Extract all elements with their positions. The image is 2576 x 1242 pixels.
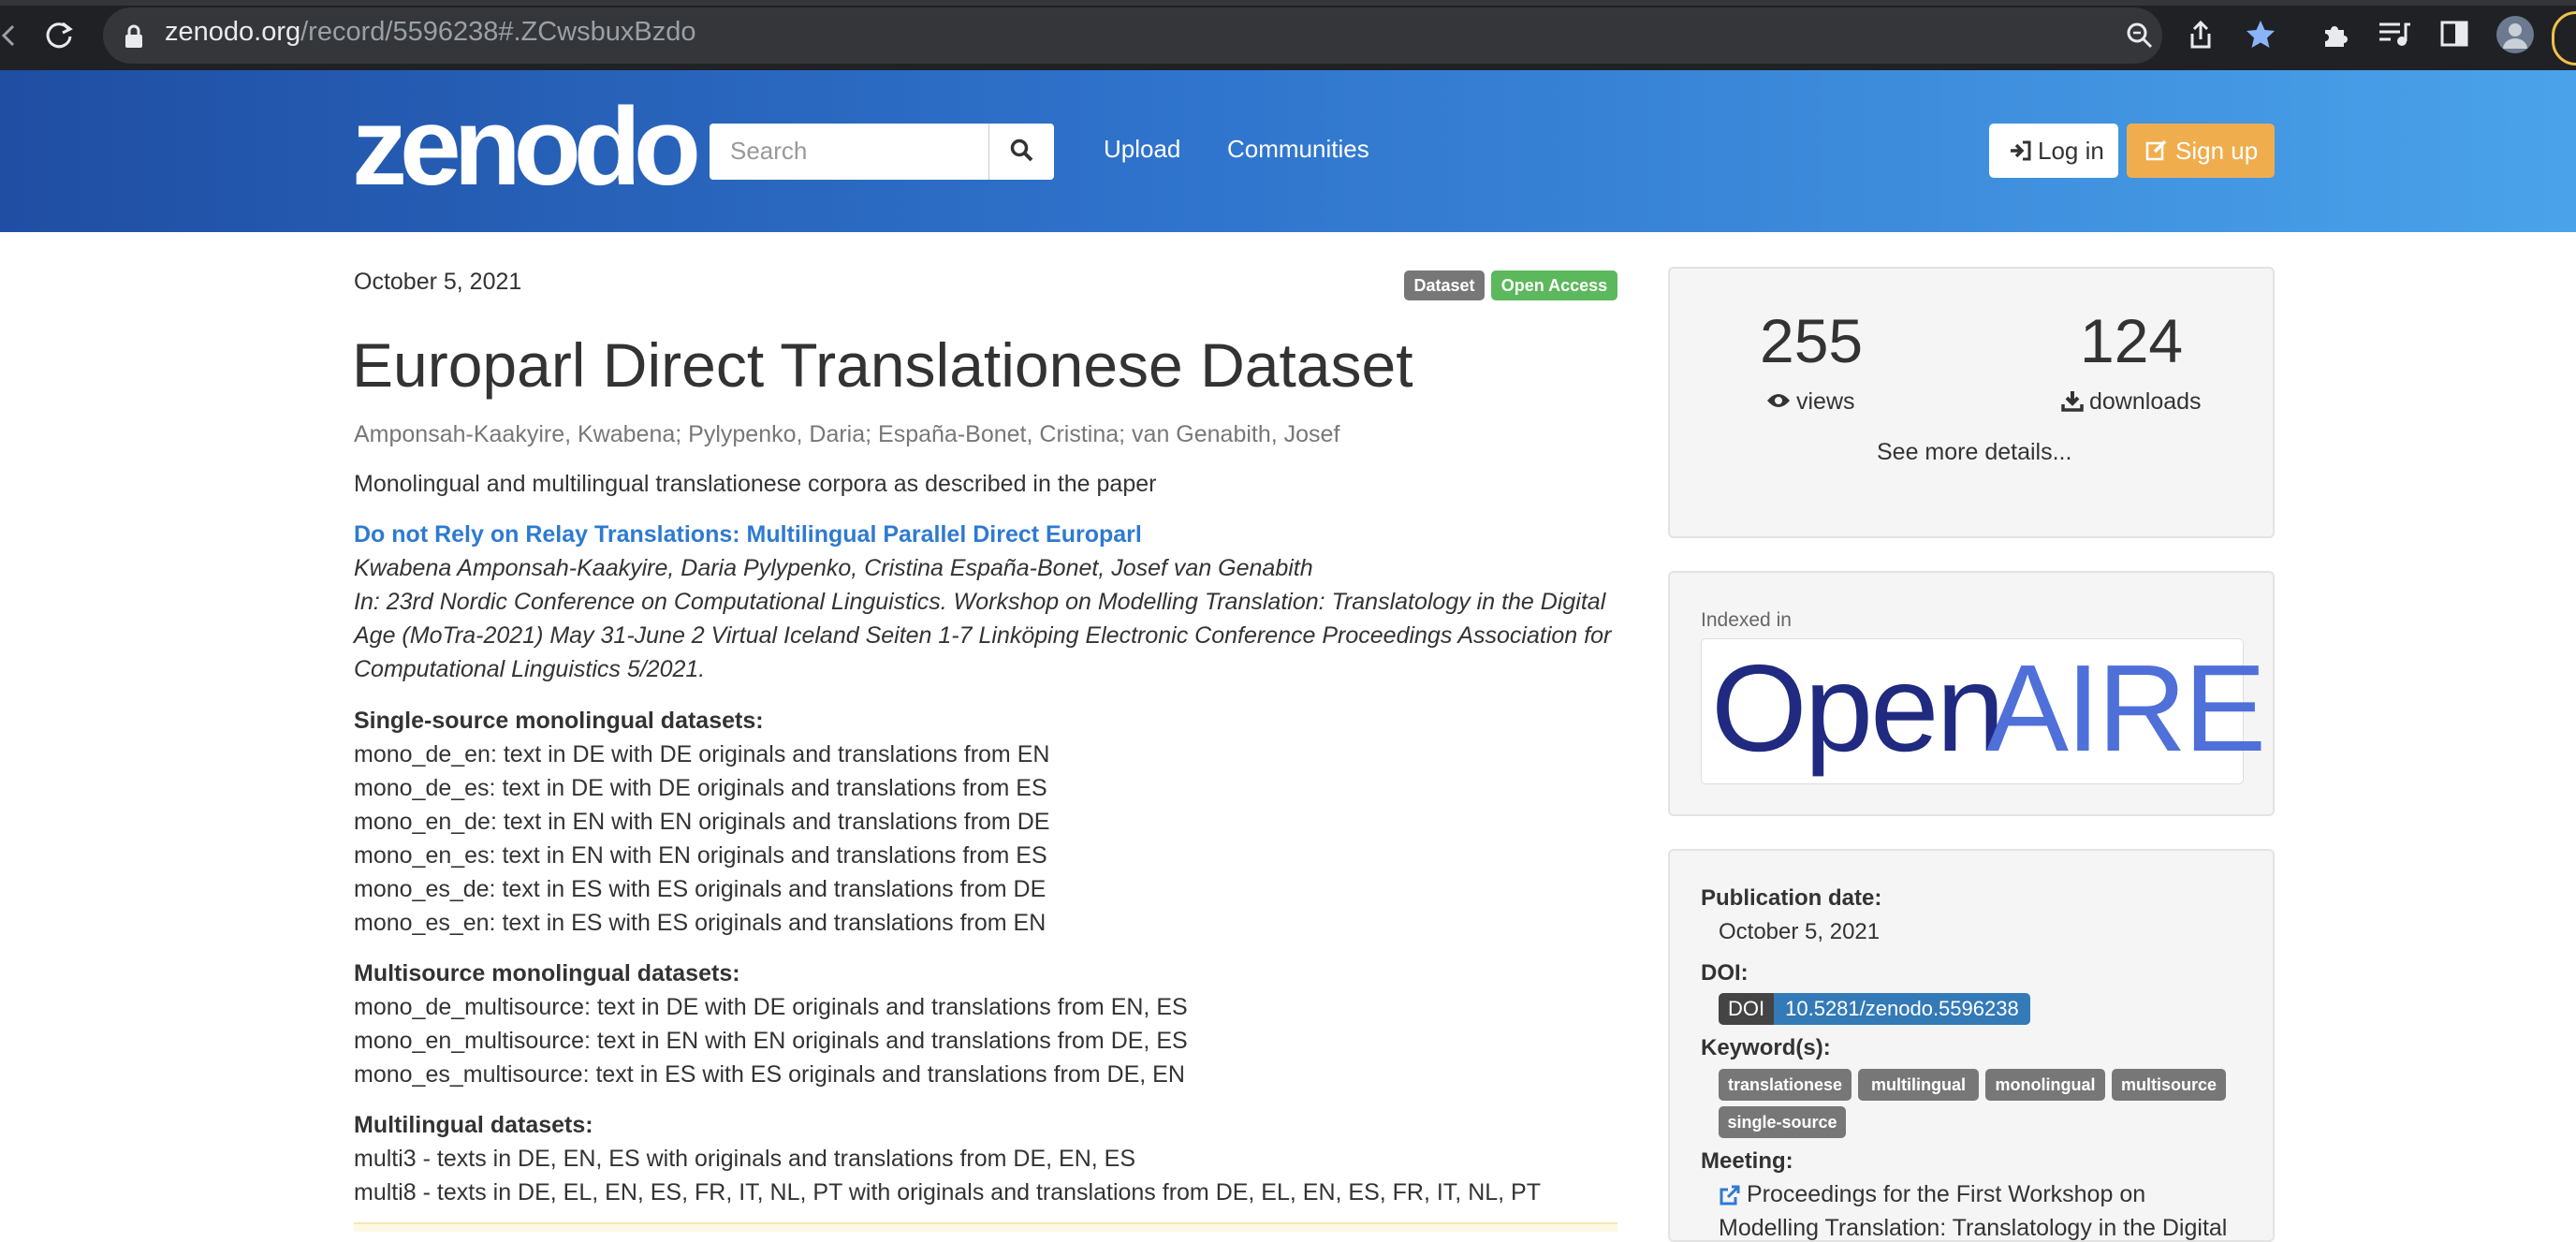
dataset-line: mono_es_de: text in ES with ES originals… xyxy=(354,876,1046,902)
url-path: /record/5596238#.ZCwsbuxBzdo xyxy=(300,17,696,47)
nav-communities[interactable]: Communities xyxy=(1227,135,1369,164)
record-authors: Amponsah-Kaakyire, Kwabena; Pylypenko, D… xyxy=(354,421,1340,447)
publication-date-value: October 5, 2021 xyxy=(1719,919,1881,944)
media-queue-icon[interactable] xyxy=(2378,21,2411,49)
dataset-line: mono_es_multisource: text in ES with ES … xyxy=(354,1061,1185,1088)
badge-dataset: Dataset xyxy=(1404,270,1485,300)
dataset-line: multi3 - texts in DE, EN, ES with origin… xyxy=(354,1146,1136,1172)
extensions-icon[interactable] xyxy=(2320,19,2351,51)
tab-strip-edge xyxy=(0,0,2576,6)
paper-venue-line: Computational Linguistics 5/2021. xyxy=(354,656,706,682)
profile-avatar-icon[interactable] xyxy=(2496,15,2535,54)
publication-date-label: Publication date: xyxy=(1701,885,1882,911)
downloads-count: 124 xyxy=(2080,306,2184,375)
share-icon[interactable] xyxy=(2187,19,2215,51)
signup-button[interactable]: Sign up xyxy=(2127,124,2275,178)
openaire-logo-aire: AIRE xyxy=(1986,639,2266,777)
login-button[interactable]: Log in xyxy=(1989,124,2118,178)
dataset-line: mono_en_de: text in EN with EN originals… xyxy=(354,809,1050,835)
keyword-tag[interactable]: monolingual xyxy=(1985,1069,2105,1101)
doi-label: DOI: xyxy=(1701,960,1749,986)
eye-icon xyxy=(1767,394,1790,407)
bookmark-star-icon[interactable] xyxy=(2245,19,2276,51)
signup-label: Sign up xyxy=(2175,137,2259,165)
dataset-line: mono_de_multisource: text in DE with DE … xyxy=(354,994,1188,1020)
author-link[interactable]: España-Bonet, Cristina xyxy=(878,421,1119,447)
paper-venue-line: Age (MoTra-2021) May 31-June 2 Virtual I… xyxy=(354,622,1612,649)
section-heading: Single-source monolingual datasets: xyxy=(354,708,764,734)
views-count: 255 xyxy=(1760,306,1864,375)
doi-value: 10.5281/zenodo.5596238 xyxy=(1774,993,2030,1025)
notice-box-edge xyxy=(354,1222,1617,1232)
search-icon xyxy=(1010,139,1033,162)
doi-key: DOI xyxy=(1719,993,1775,1025)
doi-badge[interactable]: DOI 10.5281/zenodo.5596238 xyxy=(1719,993,2030,1025)
paper-authors: Kwabena Amponsah-Kaakyire, Daria Pylypen… xyxy=(354,555,1313,581)
dataset-line: mono_en_es: text in EN with EN originals… xyxy=(354,842,1047,869)
section-heading: Multilingual datasets: xyxy=(354,1112,593,1138)
openaire-logo[interactable]: Open AIRE xyxy=(1701,638,2266,784)
indexed-in-label: Indexed in xyxy=(1701,609,1792,631)
keyword-tag[interactable]: multisource xyxy=(2112,1069,2226,1101)
external-link-icon xyxy=(1720,1185,1740,1205)
meeting-link[interactable]: Proceedings for the First Workshop on xyxy=(1747,1181,2145,1208)
url-text[interactable]: zenodo.org/record/5596238#.ZCwsbuxBzdo xyxy=(165,17,695,48)
keyword-tag[interactable]: translationese xyxy=(1719,1069,1852,1101)
openaire-logo-open: Open xyxy=(1711,639,2005,777)
zenodo-logo[interactable]: zenodo xyxy=(352,92,701,202)
paper-link[interactable]: Do not Rely on Relay Translations: Multi… xyxy=(354,521,1142,548)
dataset-line: mono_de_en: text in DE with DE originals… xyxy=(354,741,1050,767)
sign-in-icon xyxy=(2011,140,2031,161)
edit-icon xyxy=(2145,139,2167,161)
update-pill-edge[interactable] xyxy=(2552,11,2576,66)
author-link[interactable]: van Genabith, Josef xyxy=(1132,421,1339,447)
nav-upload[interactable]: Upload xyxy=(1104,135,1180,164)
zoom-icon[interactable] xyxy=(2125,21,2155,51)
search-button[interactable] xyxy=(988,124,1055,180)
url-domain: zenodo.org xyxy=(165,17,301,47)
meeting-label: Meeting: xyxy=(1701,1148,1793,1174)
dataset-line: mono_de_es: text in DE with DE originals… xyxy=(354,775,1047,801)
login-label: Log in xyxy=(2038,137,2104,165)
record-title: Europarl Direct Translationese Dataset xyxy=(352,330,1413,400)
lock-icon[interactable] xyxy=(124,24,144,49)
paper-venue-line: In: 23rd Nordic Conference on Computatio… xyxy=(354,589,1606,615)
record-date: October 5, 2021 xyxy=(354,269,522,295)
keyword-tag[interactable]: multilingual xyxy=(1858,1069,1979,1101)
keyword-tag[interactable]: single-source xyxy=(1719,1106,1846,1138)
meeting-link[interactable]: Modelling Translation: Translatology in … xyxy=(1719,1215,2227,1242)
back-arrow-icon[interactable] xyxy=(0,22,17,49)
downloads-label: downloads xyxy=(2089,388,2202,415)
views-label: views xyxy=(1796,388,1855,415)
search-input[interactable] xyxy=(710,124,1007,178)
reload-icon[interactable] xyxy=(43,19,75,51)
browser-toolbar: zenodo.org/record/5596238#.ZCwsbuxBzdo xyxy=(0,0,2576,70)
author-link[interactable]: Amponsah-Kaakyire, Kwabena xyxy=(354,421,675,447)
see-more-details-link[interactable]: See more details... xyxy=(1877,439,2071,466)
badge-open-access: Open Access xyxy=(1491,270,1617,300)
author-link[interactable]: Pylypenko, Daria xyxy=(688,421,865,447)
download-icon xyxy=(2061,391,2084,412)
dataset-line: mono_es_en: text in ES with ES originals… xyxy=(354,910,1046,936)
dataset-line: mono_en_multisource: text in EN with EN … xyxy=(354,1028,1188,1054)
record-description: Monolingual and multilingual translation… xyxy=(354,471,1157,497)
side-panel-icon[interactable] xyxy=(2439,19,2469,49)
search-box xyxy=(710,124,1054,180)
dataset-line: multi8 - texts in DE, EL, EN, ES, FR, IT… xyxy=(354,1179,1541,1205)
section-heading: Multisource monolingual datasets: xyxy=(354,960,740,986)
keywords-label: Keyword(s): xyxy=(1701,1035,1831,1060)
